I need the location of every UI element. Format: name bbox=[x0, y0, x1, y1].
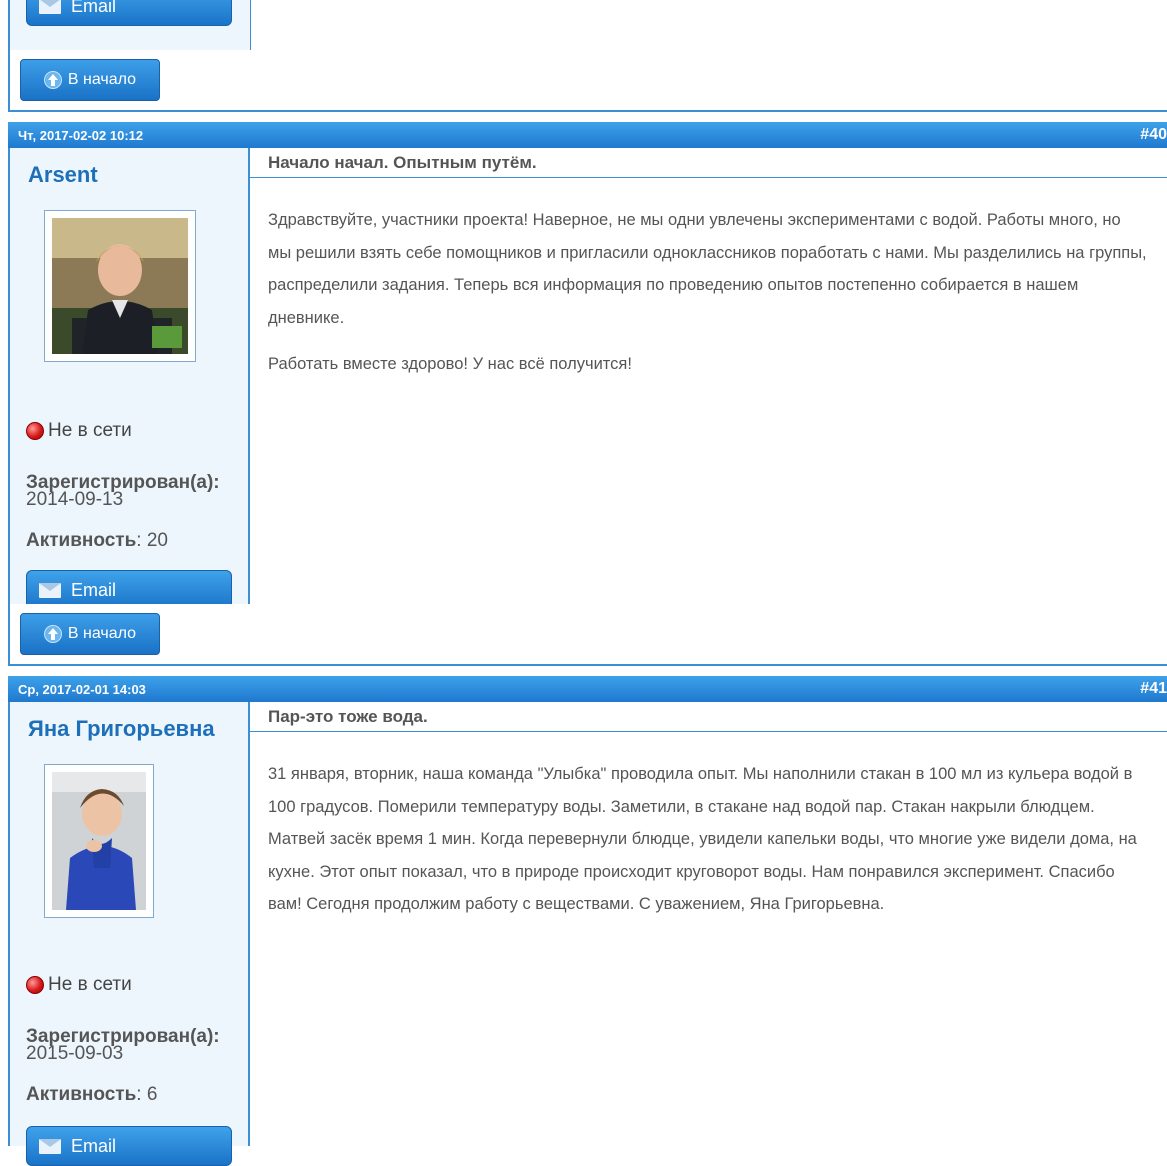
back-to-top-button[interactable]: В начало bbox=[20, 613, 160, 655]
online-status: Не в сети bbox=[26, 974, 132, 996]
author-column: Яна Григорьевна Не в сети Зарегистрирова… bbox=[10, 702, 250, 1166]
envelope-icon bbox=[39, 0, 61, 14]
envelope-icon bbox=[39, 582, 61, 598]
post-content: Начало начал. Опытным путём. Здравствуйт… bbox=[250, 148, 1167, 604]
activity-label: Активность bbox=[26, 1084, 137, 1105]
paragraph: 31 января, вторник, наша команда "Улыбка… bbox=[268, 765, 1137, 913]
activity-info: Активность: 6 bbox=[26, 1084, 157, 1106]
status-text: Не в сети bbox=[48, 420, 132, 441]
email-button[interactable]: Email bbox=[26, 0, 232, 26]
avatar[interactable] bbox=[44, 210, 196, 362]
post-number[interactable]: #41 bbox=[1140, 680, 1167, 698]
post-date: Ср, 2017-02-01 14:03 bbox=[18, 682, 146, 697]
post-body: Яна Григорьевна Не в сети Зарегистрирова… bbox=[8, 702, 1167, 1166]
previous-author-column: Email bbox=[10, 0, 251, 50]
avatar-image bbox=[52, 772, 146, 910]
paragraph: Здравствуйте, участники проекта! Наверно… bbox=[268, 211, 1147, 327]
offline-status-icon bbox=[26, 976, 44, 994]
email-label: Email bbox=[71, 0, 117, 16]
forum-thread: Email В начало Чт, 2017-02-02 10:12 #40 … bbox=[8, 0, 1167, 1166]
avatar[interactable] bbox=[44, 764, 154, 918]
post-header: Ср, 2017-02-01 14:03 #41 bbox=[8, 676, 1167, 702]
registered-date: 2014-09-13 bbox=[26, 489, 124, 510]
activity-info: Активность: 20 bbox=[26, 530, 168, 552]
author-name[interactable]: Яна Григорьевна bbox=[28, 716, 215, 742]
status-text: Не в сети bbox=[48, 974, 132, 995]
up-arrow-icon bbox=[43, 71, 62, 89]
post-title: Начало начал. Опытным путём. bbox=[250, 148, 1167, 178]
back-to-top-bar: В начало bbox=[8, 50, 1167, 112]
post-body: Arsent Не в сети Зарегистрирован(а): 201… bbox=[8, 148, 1167, 610]
activity-label: Активность bbox=[26, 530, 137, 551]
back-to-top-bar: В начало bbox=[8, 604, 1167, 666]
registered-date: 2015-09-03 bbox=[26, 1043, 124, 1064]
envelope-icon bbox=[39, 1138, 61, 1154]
offline-status-icon bbox=[26, 422, 44, 440]
activity-value: : 20 bbox=[136, 530, 168, 551]
email-button[interactable]: Email bbox=[26, 1126, 232, 1166]
email-label: Email bbox=[71, 579, 117, 600]
post-text: Здравствуйте, участники проекта! Наверно… bbox=[268, 204, 1147, 395]
author-name[interactable]: Arsent bbox=[28, 162, 98, 188]
post-title: Пар-это тоже вода. bbox=[250, 702, 1167, 732]
post-content: Пар-это тоже вода. 31 января, вторник, н… bbox=[250, 702, 1167, 1146]
activity-value: : 6 bbox=[136, 1084, 158, 1105]
paragraph: Работать вместе здорово! У нас всё получ… bbox=[268, 355, 632, 373]
up-arrow-icon bbox=[43, 625, 62, 643]
back-to-top-label: В начало bbox=[67, 625, 137, 642]
post-number[interactable]: #40 bbox=[1140, 126, 1167, 144]
forum-post: Ср, 2017-02-01 14:03 #41 Яна Григорьевна bbox=[8, 676, 1167, 1166]
email-label: Email bbox=[71, 1135, 117, 1156]
back-to-top-button[interactable]: В начало bbox=[20, 59, 160, 101]
previous-post-fragment: Email bbox=[8, 0, 1167, 51]
post-text: 31 января, вторник, наша команда "Улыбка… bbox=[268, 758, 1147, 935]
registration-info: Зарегистрирован(а): 2014-09-13 bbox=[26, 473, 220, 510]
author-column: Arsent Не в сети Зарегистрирован(а): 201… bbox=[10, 148, 250, 610]
back-to-top-label: В начало bbox=[67, 71, 137, 88]
registration-info: Зарегистрирован(а): 2015-09-03 bbox=[26, 1027, 220, 1064]
post-date: Чт, 2017-02-02 10:12 bbox=[18, 128, 144, 143]
post-header: Чт, 2017-02-02 10:12 #40 bbox=[8, 122, 1167, 148]
forum-post: Чт, 2017-02-02 10:12 #40 Arsent Не в сет… bbox=[8, 122, 1167, 610]
online-status: Не в сети bbox=[26, 420, 132, 442]
avatar-image bbox=[52, 218, 188, 354]
